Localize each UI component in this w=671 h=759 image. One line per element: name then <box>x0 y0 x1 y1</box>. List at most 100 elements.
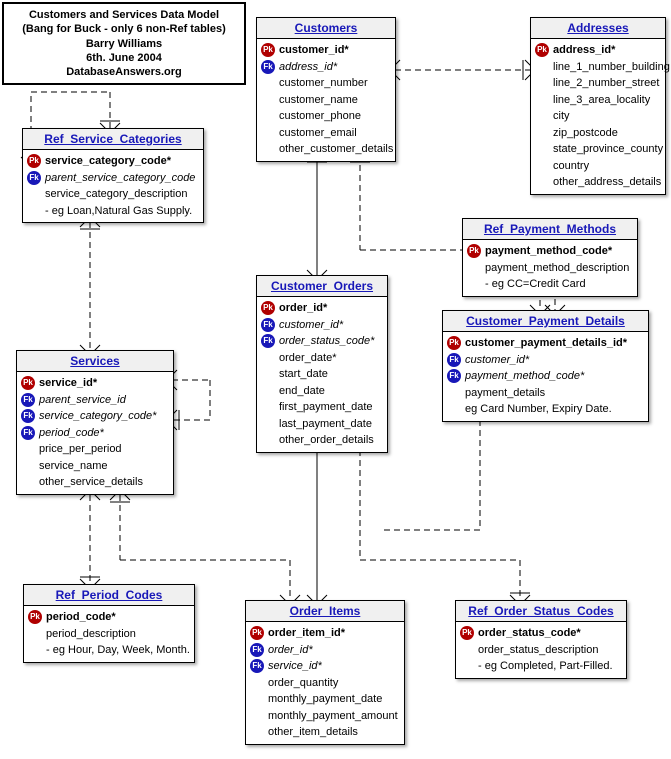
attribute-text: payment_method_code* <box>465 368 584 385</box>
attribute-text: order_item_id* <box>268 625 345 642</box>
foreign-key-icon: Fk <box>21 393 35 407</box>
key-spacer <box>535 93 549 107</box>
attribute-row: - eg Loan,Natural Gas Supply. <box>27 203 199 220</box>
key-spacer <box>261 109 275 123</box>
entity-ref-period-codes: Ref_Period_Codes Pkperiod_code*period_de… <box>23 584 195 663</box>
attribute-row: order_quantity <box>250 675 400 692</box>
entity-body: Pkcustomer_id*Fkaddress_id*customer_numb… <box>257 39 395 161</box>
attribute-row: monthly_payment_amount <box>250 708 400 725</box>
foreign-key-icon: Fk <box>261 334 275 348</box>
attribute-row: Pkcustomer_payment_details_id* <box>447 335 644 352</box>
key-spacer <box>535 76 549 90</box>
attribute-text: order_status_code* <box>478 625 581 642</box>
attribute-row: Pk order_status_code* <box>460 625 622 642</box>
attribute-row: Fkservice_category_code* <box>21 408 169 425</box>
primary-key-icon: Pk <box>27 154 41 168</box>
attribute-row: first_payment_date <box>261 399 383 416</box>
attribute-text: - eg Loan,Natural Gas Supply. <box>45 203 192 220</box>
attribute-text: period_description <box>46 626 136 643</box>
entity-title: Customer_Payment_Details <box>443 311 648 332</box>
foreign-key-icon: Fk <box>447 369 461 383</box>
attribute-text: order_status_description <box>478 642 598 659</box>
key-spacer <box>535 142 549 156</box>
key-spacer <box>261 351 275 365</box>
attribute-text: end_date <box>279 383 325 400</box>
key-spacer <box>261 384 275 398</box>
key-spacer <box>27 187 41 201</box>
attribute-row: order_date* <box>261 350 383 367</box>
erd-canvas: Customers and Services Data Model (Bang … <box>0 0 671 759</box>
entity-title: Ref_Payment_Methods <box>463 219 637 240</box>
attribute-text: last_payment_date <box>279 416 372 433</box>
attribute-row: Fkcustomer_id* <box>447 352 644 369</box>
attribute-text: address_id* <box>553 42 615 59</box>
attribute-row: line_3_area_locality <box>535 92 661 109</box>
key-spacer <box>535 60 549 74</box>
attribute-text: customer_phone <box>279 108 361 125</box>
attribute-text: - eg Completed, Part-Filled. <box>478 658 613 675</box>
key-spacer <box>535 175 549 189</box>
attribute-row: monthly_payment_date <box>250 691 400 708</box>
attribute-row: Fkservice_id* <box>250 658 400 675</box>
attribute-text: payment_details <box>465 385 545 402</box>
attribute-text: period_code* <box>46 609 116 626</box>
attribute-text: country <box>553 158 589 175</box>
attribute-row: other_order_details <box>261 432 383 449</box>
attribute-text: first_payment_date <box>279 399 373 416</box>
attribute-text: start_date <box>279 366 328 383</box>
key-spacer <box>467 277 481 291</box>
primary-key-icon: Pk <box>460 626 474 640</box>
title-line-4: 6th. June 2004 <box>12 51 236 65</box>
key-spacer <box>261 367 275 381</box>
foreign-key-icon: Fk <box>261 318 275 332</box>
attribute-row: last_payment_date <box>261 416 383 433</box>
key-spacer <box>250 709 264 723</box>
entity-ref-service-categories: Ref_Service_Categories Pkservice_categor… <box>22 128 204 223</box>
attribute-row: Pkorder_id* <box>261 300 383 317</box>
attribute-text: zip_postcode <box>553 125 618 142</box>
attribute-row: payment_details <box>447 385 644 402</box>
entity-body: Pkservice_id*Fkparent_service_idFkservic… <box>17 372 173 494</box>
attribute-text: customer_id* <box>279 42 349 59</box>
attribute-text: - eg Hour, Day, Week, Month. <box>46 642 190 659</box>
attribute-text: service_category_code* <box>45 153 171 170</box>
title-line-3: Barry Williams <box>12 37 236 51</box>
attribute-row: customer_number <box>261 75 391 92</box>
attribute-row: line_2_number_street <box>535 75 661 92</box>
key-spacer <box>261 433 275 447</box>
attribute-row: city <box>535 108 661 125</box>
attribute-text: line_2_number_street <box>553 75 659 92</box>
entity-order-items: Order_Items Pkorder_item_id*Fkorder_id*F… <box>245 600 405 745</box>
entity-services: Services Pkservice_id*Fkparent_service_i… <box>16 350 174 495</box>
entity-body: Pkpayment_method_code*payment_method_des… <box>463 240 637 296</box>
key-spacer <box>261 76 275 90</box>
entity-body: Pkperiod_code*period_description- eg Hou… <box>24 606 194 662</box>
attribute-row: order_status_description <box>460 642 622 659</box>
attribute-text: other_order_details <box>279 432 374 449</box>
entity-body: Pk order_item_id* Fk order_id*Fkservice_id*… <box>246 622 404 744</box>
attribute-row: Fkorder_status_code* <box>261 333 383 350</box>
attribute-text: address_id* <box>279 59 337 76</box>
entity-customer-orders: Customer_Orders Pkorder_id*Fkcustomer_id… <box>256 275 388 453</box>
attribute-row: Pk service_category_code* <box>27 153 199 170</box>
attribute-text: other_item_details <box>268 724 358 741</box>
title-line-5: DatabaseAnswers.org <box>12 65 236 79</box>
key-spacer <box>27 204 41 218</box>
attribute-row: price_per_period <box>21 441 169 458</box>
foreign-key-icon: Fk <box>250 643 264 657</box>
key-spacer <box>261 126 275 140</box>
foreign-key-icon: Fk <box>21 409 35 423</box>
attribute-text: order_id* <box>268 642 313 659</box>
attribute-text: other_service_details <box>39 474 143 491</box>
attribute-row: - eg CC=Credit Card <box>467 276 633 293</box>
attribute-row: customer_email <box>261 125 391 142</box>
attribute-row: Fkparent_service_id <box>21 392 169 409</box>
primary-key-icon: Pk <box>250 626 264 640</box>
attribute-text: other_address_details <box>553 174 661 191</box>
attribute-text: customer_id* <box>279 317 343 334</box>
attribute-row: Pkservice_id* <box>21 375 169 392</box>
key-spacer <box>250 692 264 706</box>
attribute-row: Fk order_id* <box>250 642 400 659</box>
attribute-row: customer_phone <box>261 108 391 125</box>
primary-key-icon: Pk <box>21 376 35 390</box>
